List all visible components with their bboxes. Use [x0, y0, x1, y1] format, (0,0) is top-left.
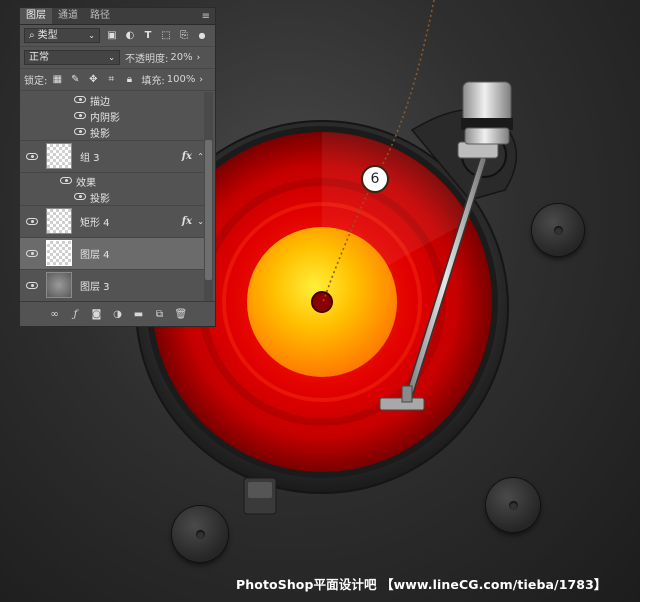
blend-row: 正常 ⌄ 不透明度: 20% › — [20, 47, 215, 69]
layer-name: 组 3 — [80, 153, 100, 164]
filter-toggle-icon[interactable]: ● — [196, 30, 208, 42]
lock-all-icon[interactable]: 🔒︎ — [123, 74, 135, 86]
fx-icon[interactable]: fx — [182, 216, 192, 227]
watermark-text: PhotoShop平面设计吧 【www.lineCG.com/tieba/178… — [236, 577, 607, 592]
adjustment-filter-icon[interactable]: ◐ — [124, 30, 136, 42]
chevron-right-icon[interactable]: › — [197, 53, 201, 63]
eye-icon[interactable] — [74, 128, 86, 135]
fx-icon[interactable]: fx — [182, 151, 192, 162]
top-right-knob — [532, 204, 584, 256]
lock-label: 锁定: — [24, 76, 48, 87]
tab-layers[interactable]: 图层 — [20, 8, 52, 24]
layer-list-scrollbar[interactable] — [204, 92, 213, 304]
effect-label: 内阴影 — [90, 112, 120, 124]
blend-mode-value: 正常 — [29, 52, 49, 63]
effect-row-stroke[interactable]: 描边 — [20, 92, 206, 108]
layer-name: 图层 3 — [80, 282, 110, 293]
lock-transparent-icon[interactable]: ▦ — [51, 74, 63, 86]
panel-tabs: 图层 通道 路径 ≡ — [20, 8, 215, 25]
chevron-down-icon: ⌄ — [88, 31, 95, 40]
eye-icon[interactable] — [60, 177, 72, 184]
layer-thumbnail — [46, 240, 72, 266]
search-icon: ⌕ — [29, 30, 35, 41]
eye-icon[interactable] — [26, 250, 38, 257]
panel-bottom-toolbar: ∞ ƒ ◙ ◑ ▬ ⧉ 🗑︎ — [20, 301, 215, 326]
smartobject-filter-icon[interactable]: ⎘ — [178, 30, 190, 42]
adjustment-layer-icon[interactable]: ◑ — [112, 309, 124, 320]
lock-move-icon[interactable]: ✥ — [87, 74, 99, 86]
lock-artboard-icon[interactable]: ⌗ — [105, 74, 117, 86]
tab-paths[interactable]: 路径 — [84, 8, 116, 24]
effects-header-row[interactable]: 效果 — [20, 173, 206, 189]
layer-name: 图层 4 — [80, 250, 110, 261]
scrollbar-thumb[interactable] — [205, 140, 212, 280]
effect-label: 投影 — [90, 128, 110, 140]
layer-row-rect4[interactable]: 矩形 4 fx ⌄ — [20, 206, 206, 238]
eye-icon[interactable] — [26, 282, 38, 289]
layer-thumbnail — [46, 143, 72, 169]
type-filter-icon[interactable]: T — [142, 30, 154, 42]
layer-row-layer4[interactable]: 图层 4 — [20, 238, 206, 270]
filter-row: ⌕ 类型 ⌄ ▣ ◐ T ⬚ ⎘ ● — [20, 25, 215, 47]
layer-thumbnail — [46, 208, 72, 234]
layer-row-group3[interactable]: 组 3 fx ⌃ — [20, 141, 206, 173]
chevron-down-icon: ⌄ — [108, 53, 115, 62]
chevron-right-icon[interactable]: › — [199, 75, 203, 85]
effect-row-drop-shadow[interactable]: 投影 — [20, 124, 206, 141]
layer-row-layer3[interactable]: 图层 3 — [20, 270, 206, 302]
blend-mode-select[interactable]: 正常 ⌄ — [24, 50, 120, 65]
tonearm-counterweight — [461, 81, 513, 145]
effect-label: 投影 — [90, 193, 110, 205]
shape-filter-icon[interactable]: ⬚ — [160, 30, 172, 42]
image-filter-icon[interactable]: ▣ — [106, 30, 118, 42]
step-number-badge: 6 — [361, 165, 389, 193]
eye-icon[interactable] — [74, 96, 86, 103]
layer-list[interactable]: 描边 内阴影 投影 组 3 fx ⌃ 效果 投影 矩形 4 fx ⌄ 图层 4 … — [20, 92, 206, 304]
effect-label: 描边 — [90, 96, 110, 108]
opacity-label: 不透明度: — [125, 54, 169, 65]
filter-kind-label: 类型 — [37, 30, 58, 41]
trash-icon[interactable]: 🗑︎ — [175, 309, 188, 320]
layer-thumbnail — [46, 272, 72, 298]
opacity-value[interactable]: 20% — [170, 52, 192, 63]
add-mask-icon[interactable]: ◙ — [91, 309, 103, 320]
effect-row-inner-shadow[interactable]: 内阴影 — [20, 108, 206, 124]
bottom-left-knob — [172, 506, 228, 562]
eye-icon[interactable] — [26, 218, 38, 225]
panel-menu-icon[interactable]: ≡ — [202, 11, 210, 22]
new-layer-icon[interactable]: ⧉ — [154, 309, 166, 320]
eye-icon[interactable] — [74, 193, 86, 200]
eye-icon[interactable] — [74, 112, 86, 119]
chevron-up-icon[interactable]: ⌃ — [197, 152, 204, 161]
effects-header-label: 效果 — [76, 177, 96, 189]
layer-name: 矩形 4 — [80, 218, 110, 229]
lock-brush-icon[interactable]: ✎ — [69, 74, 81, 86]
layers-panel[interactable]: 图层 通道 路径 ≡ ⌕ 类型 ⌄ ▣ ◐ T ⬚ ⎘ ● 正常 ⌄ 不透明度:… — [19, 7, 216, 327]
filter-kind-select[interactable]: ⌕ 类型 ⌄ — [24, 28, 100, 43]
eye-icon[interactable] — [26, 153, 38, 160]
lock-row: 锁定: ▦ ✎ ✥ ⌗ 🔒︎ 填充: 100% › — [20, 69, 215, 91]
effect-row-drop-shadow-2[interactable]: 投影 — [20, 189, 206, 206]
photoshop-canvas[interactable]: 6 PhotoShop平面设计吧 【www.lineCG.com/tieba/1… — [0, 0, 646, 602]
chevron-down-icon[interactable]: ⌄ — [197, 217, 204, 226]
fill-value[interactable]: 100% — [167, 74, 196, 85]
tab-channels[interactable]: 通道 — [52, 8, 84, 24]
add-style-icon[interactable]: ƒ — [70, 309, 82, 320]
link-layers-icon[interactable]: ∞ — [49, 309, 61, 320]
spindle — [311, 291, 333, 313]
new-group-icon[interactable]: ▬ — [133, 309, 145, 320]
fill-label: 填充: — [141, 76, 165, 87]
bottom-right-knob — [486, 478, 540, 532]
